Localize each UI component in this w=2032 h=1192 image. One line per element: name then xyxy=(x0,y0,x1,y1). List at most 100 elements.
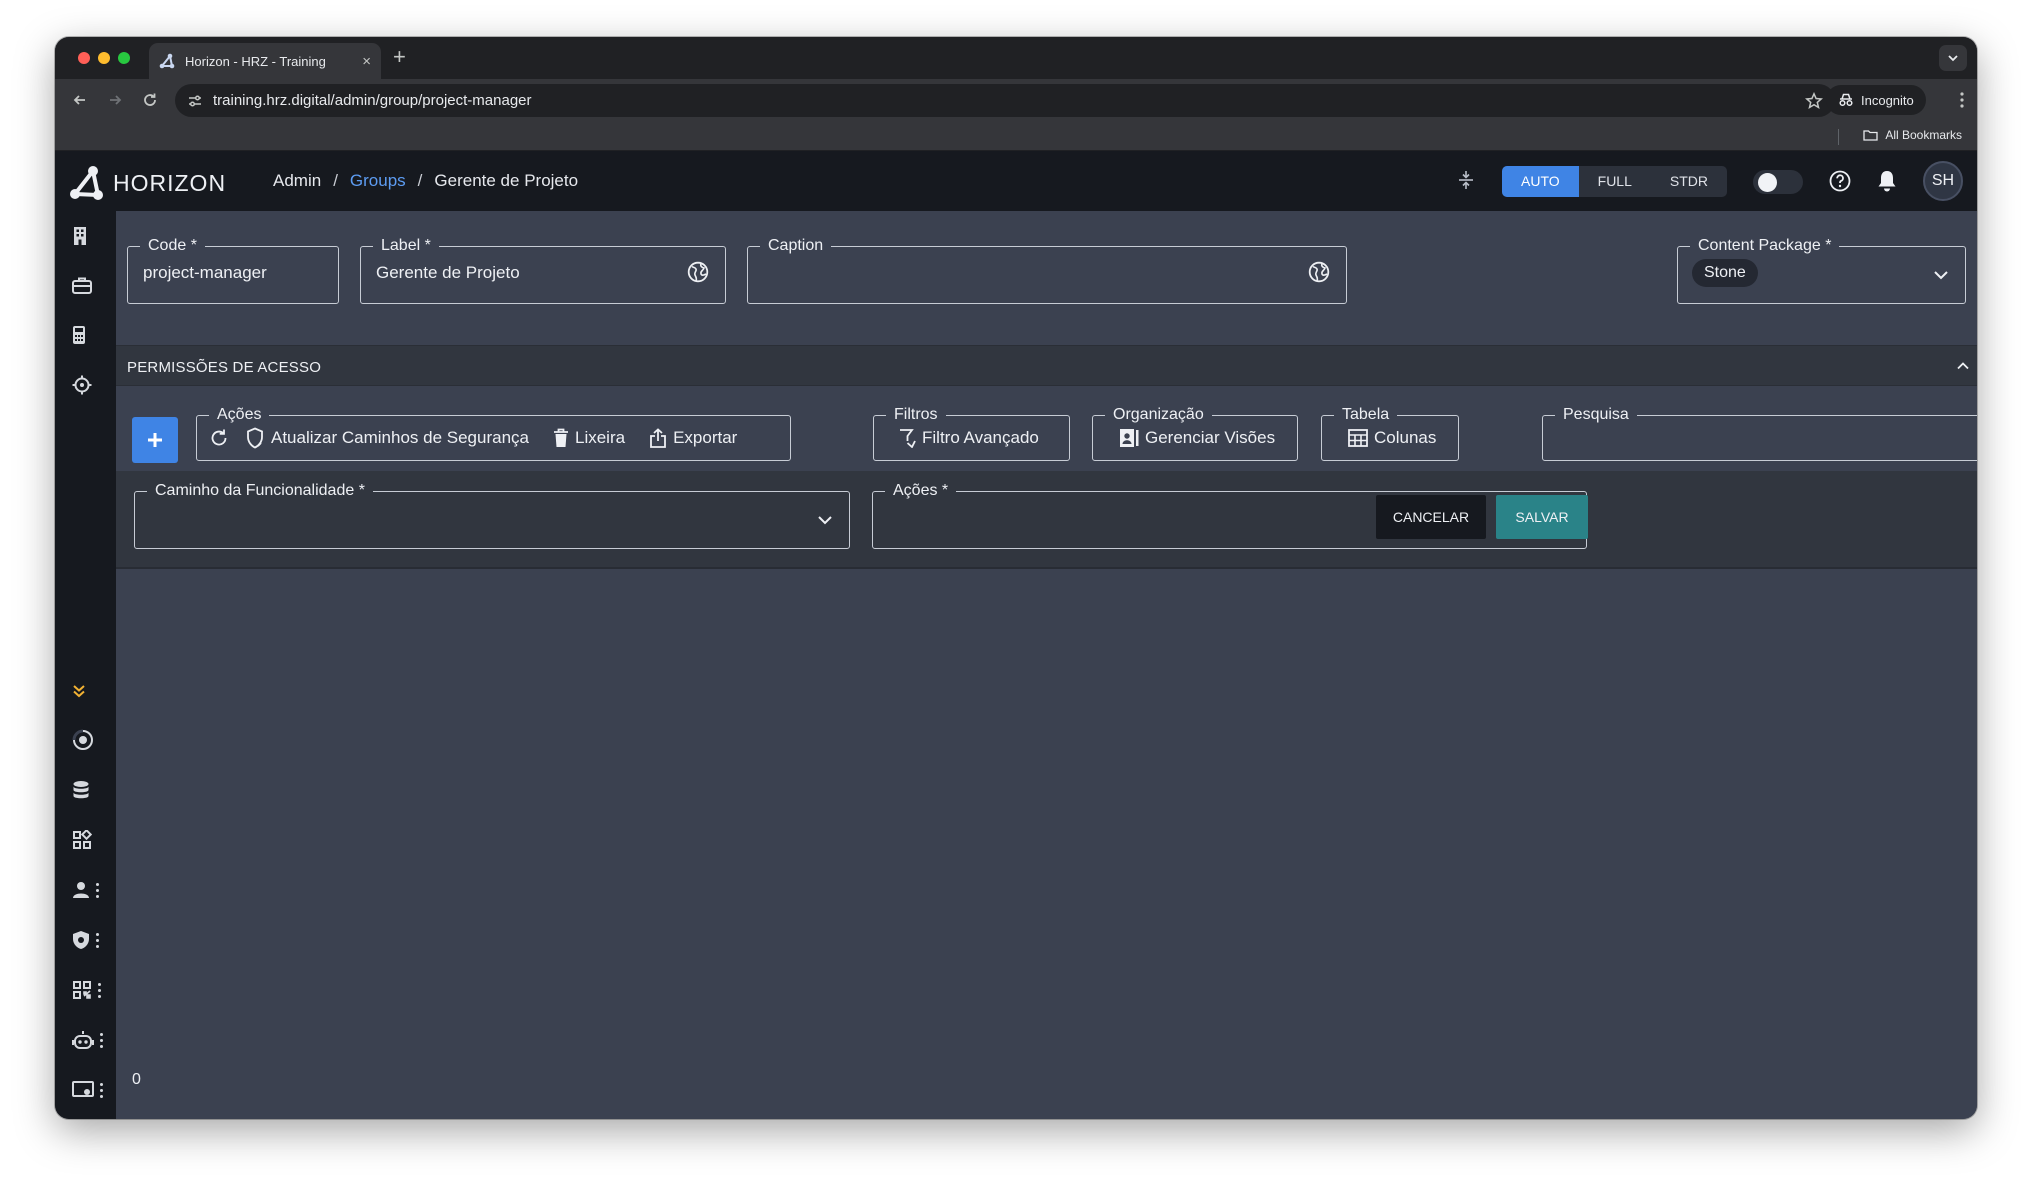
more-dots-icon xyxy=(100,1082,103,1098)
trash-label: Lixeira xyxy=(574,428,626,447)
organization-toolbar-group: Organização Gerenciar Visões xyxy=(1092,405,1298,461)
sidebar xyxy=(55,211,116,1119)
apps-icon xyxy=(73,830,92,849)
density-icon[interactable] xyxy=(1455,169,1477,191)
double-chevron-down-icon xyxy=(73,685,85,698)
sidebar-item-calculator[interactable] xyxy=(72,320,104,350)
content-package-select[interactable]: Content Package * Stone xyxy=(1677,236,1966,304)
notifications-bell-icon[interactable] xyxy=(1876,169,1898,193)
trash-button[interactable]: Lixeira xyxy=(541,416,637,460)
sidebar-item-apps[interactable] xyxy=(72,825,104,855)
refresh-security-paths-label: Atualizar Caminhos de Segurança xyxy=(271,428,529,447)
address-bar[interactable]: training.hrz.digital/admin/group/project… xyxy=(175,84,1835,117)
advanced-filter-label: Filtro Avançado xyxy=(922,428,1039,447)
code-field-label: Code * xyxy=(140,236,205,256)
label-field[interactable]: Label * Gerente de Projeto xyxy=(360,236,726,304)
horizon-logo[interactable]: HORIZON xyxy=(69,165,226,201)
browser-menu-icon[interactable] xyxy=(1959,91,1965,109)
forward-button[interactable] xyxy=(104,89,126,111)
back-button[interactable] xyxy=(69,89,91,111)
user-avatar[interactable]: SH xyxy=(1923,161,1963,201)
more-dots-icon xyxy=(96,932,99,948)
save-button[interactable]: SALVAR xyxy=(1496,495,1588,539)
columns-icon xyxy=(1348,429,1368,447)
logo-text: HORIZON xyxy=(113,169,227,196)
all-bookmarks-label: All Bookmarks xyxy=(1885,128,1962,142)
reload-button[interactable] xyxy=(139,89,161,111)
help-icon[interactable] xyxy=(1828,169,1852,193)
site-settings-icon[interactable] xyxy=(187,93,203,109)
sidebar-item-briefcase[interactable] xyxy=(72,270,104,300)
sidebar-item-radar[interactable] xyxy=(72,725,104,755)
close-tab-icon[interactable]: × xyxy=(362,53,371,70)
main-content: Code * project-manager Label * Gerente d… xyxy=(116,211,1977,1119)
sidebar-item-robots[interactable] xyxy=(72,1025,104,1055)
globe-icon[interactable] xyxy=(1308,261,1330,283)
code-field[interactable]: Code * project-manager xyxy=(127,236,339,304)
breadcrumb-admin[interactable]: Admin xyxy=(273,171,321,191)
toggle-knob xyxy=(1758,173,1777,192)
cancel-button[interactable]: CANCELAR xyxy=(1376,495,1486,539)
horizon-app: HORIZON Admin / Groups / Gerente de Proj… xyxy=(55,151,1977,1119)
minimize-window-button[interactable] xyxy=(98,52,110,64)
trash-icon xyxy=(553,428,568,447)
sidebar-item-security[interactable] xyxy=(72,925,104,955)
chevron-up-icon[interactable] xyxy=(1955,358,1971,374)
close-window-button[interactable] xyxy=(78,52,90,64)
all-bookmarks-button[interactable]: All Bookmarks xyxy=(1863,128,1962,142)
chevron-down-icon xyxy=(1948,55,1958,62)
bookmark-star-icon[interactable] xyxy=(1805,92,1823,110)
actions-toolbar-group: Ações Atualizar Caminhos de Segurança Li… xyxy=(196,405,791,461)
horizon-logo-icon xyxy=(70,166,103,200)
browser-window: Horizon - HRZ - Training × + training.hr… xyxy=(55,37,1977,1119)
more-dots-icon xyxy=(96,882,99,898)
search-field[interactable]: Pesquisa xyxy=(1542,405,1977,461)
reload-icon xyxy=(144,93,156,106)
export-label: Exportar xyxy=(673,428,738,447)
sidebar-item-qr-codes[interactable] xyxy=(72,975,104,1005)
caption-field[interactable]: Caption xyxy=(747,236,1347,304)
sidebar-expand-button[interactable] xyxy=(72,676,104,706)
sidebar-item-crosshair[interactable] xyxy=(72,370,104,400)
feature-path-select[interactable]: Caminho da Funcionalidade * xyxy=(134,481,850,549)
app-header: HORIZON Admin / Groups / Gerente de Proj… xyxy=(55,151,1977,211)
browser-tab[interactable]: Horizon - HRZ - Training × xyxy=(149,43,381,79)
theme-toggle[interactable] xyxy=(1753,170,1803,194)
add-permission-button[interactable] xyxy=(132,417,178,463)
refresh-security-paths-button[interactable]: Atualizar Caminhos de Segurança xyxy=(233,416,541,460)
mode-stdr-button[interactable]: STDR xyxy=(1651,166,1727,197)
search-label: Pesquisa xyxy=(1555,405,1637,425)
export-button[interactable]: Exportar xyxy=(637,416,749,460)
permissions-section-header[interactable]: PERMISSÕES DE ACESSO xyxy=(116,345,1977,386)
browser-toolbar: training.hrz.digital/admin/group/project… xyxy=(55,79,1977,121)
tab-title: Horizon - HRZ - Training xyxy=(185,53,326,69)
building-icon xyxy=(74,227,86,245)
row-count: 0 xyxy=(132,1071,141,1088)
feature-path-label: Caminho da Funcionalidade * xyxy=(147,481,373,501)
breadcrumb-separator: / xyxy=(417,171,423,190)
sidebar-item-database[interactable] xyxy=(72,775,104,805)
content-package-label: Content Package * xyxy=(1690,236,1840,256)
radar-icon xyxy=(72,729,93,750)
chevron-down-icon[interactable] xyxy=(817,512,833,528)
globe-icon[interactable] xyxy=(687,261,709,283)
columns-label: Colunas xyxy=(1374,428,1437,447)
new-tab-button[interactable]: + xyxy=(393,46,406,68)
sidebar-item-user-settings[interactable] xyxy=(72,875,104,905)
breadcrumb-groups-link[interactable]: Groups xyxy=(350,171,406,191)
caption-field-label: Caption xyxy=(760,236,832,256)
content-package-chip[interactable]: Stone xyxy=(1692,259,1758,287)
mode-full-button[interactable]: FULL xyxy=(1579,166,1651,197)
chevron-down-icon[interactable] xyxy=(1933,267,1949,283)
incognito-indicator[interactable]: Incognito xyxy=(1826,85,1926,115)
robot-icon xyxy=(72,1031,94,1049)
sidebar-item-buildings[interactable] xyxy=(72,221,104,251)
sidebar-item-screen-settings[interactable] xyxy=(72,1075,104,1105)
mode-auto-button[interactable]: AUTO xyxy=(1502,166,1579,197)
code-field-value: project-manager xyxy=(143,263,267,282)
label-field-value: Gerente de Projeto xyxy=(376,263,520,282)
maximize-window-button[interactable] xyxy=(118,52,130,64)
folder-icon xyxy=(1863,130,1878,141)
permission-actions-label: Ações * xyxy=(885,481,957,501)
tab-search-button[interactable] xyxy=(1939,45,1967,71)
